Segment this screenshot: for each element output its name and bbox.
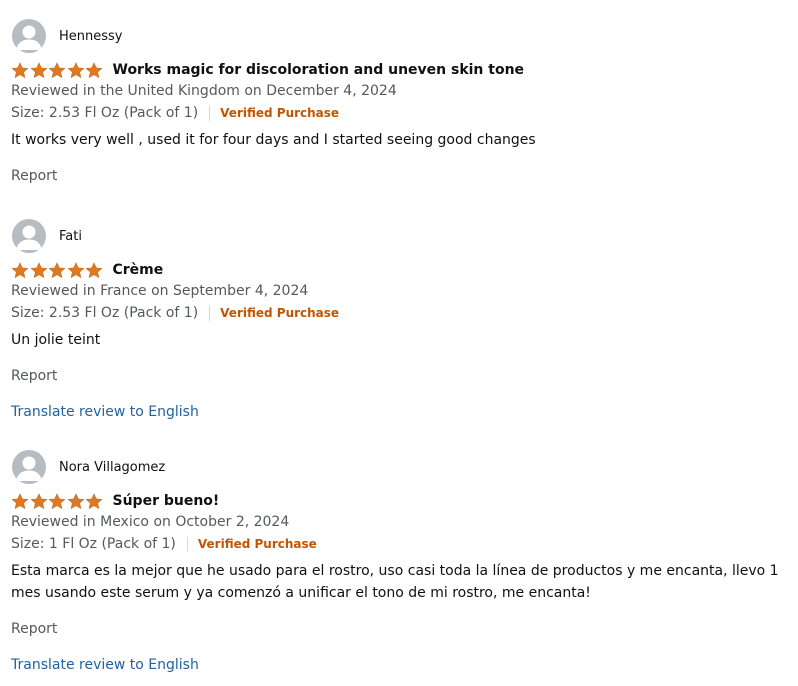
star-rating[interactable] xyxy=(11,261,104,279)
star-icon xyxy=(48,61,66,78)
product-size[interactable]: Size: 2.53 Fl Oz (Pack of 1) xyxy=(11,105,198,121)
star-rating[interactable] xyxy=(11,492,104,510)
rating-row: Súper bueno! xyxy=(11,491,219,511)
size-row: Size: 2.53 Fl Oz (Pack of 1) Verified Pu… xyxy=(11,105,339,121)
star-icon xyxy=(85,492,103,509)
author-name: Nora Villagomez xyxy=(59,459,166,475)
star-icon xyxy=(11,492,29,509)
review-body: Un jolie teint xyxy=(11,332,101,348)
star-icon xyxy=(66,261,85,278)
review-date: Reviewed in Mexico on October 2, 2024 xyxy=(11,514,290,530)
avatar-icon xyxy=(12,450,46,484)
translate-review-link[interactable]: Translate review to English xyxy=(11,657,199,673)
report-link[interactable]: Report xyxy=(11,168,57,184)
star-icon xyxy=(48,261,66,278)
star-rating[interactable] xyxy=(11,61,104,79)
star-icon xyxy=(29,61,48,78)
review-title[interactable]: Crème xyxy=(113,262,164,278)
rating-row: Works magic for discoloration and uneven… xyxy=(11,60,524,80)
size-row: Size: 1 Fl Oz (Pack of 1) Verified Purch… xyxy=(11,536,317,552)
product-size[interactable]: Size: 2.53 Fl Oz (Pack of 1) xyxy=(11,305,198,321)
divider xyxy=(209,105,211,121)
review-title[interactable]: Works magic for discoloration and uneven… xyxy=(113,62,525,78)
report-link[interactable]: Report xyxy=(11,368,57,384)
author-name: Fati xyxy=(59,228,82,244)
review-author[interactable]: Nora Villagomez xyxy=(12,450,165,484)
verified-purchase-badge: Verified Purchase xyxy=(220,306,340,320)
divider xyxy=(209,305,211,321)
star-icon xyxy=(66,61,85,78)
report-link[interactable]: Report xyxy=(11,621,57,637)
author-name: Hennessy xyxy=(59,28,123,44)
star-icon xyxy=(66,492,85,509)
star-icon xyxy=(85,61,103,78)
star-icon xyxy=(11,261,29,278)
star-icon xyxy=(29,261,48,278)
star-icon xyxy=(48,492,66,509)
review-date: Reviewed in France on September 4, 2024 xyxy=(11,283,309,299)
review-author[interactable]: Fati xyxy=(12,219,82,253)
avatar-icon xyxy=(12,219,46,253)
divider xyxy=(186,536,188,552)
size-row: Size: 2.53 Fl Oz (Pack of 1) Verified Pu… xyxy=(11,305,339,321)
star-icon xyxy=(85,261,103,278)
verified-purchase-badge: Verified Purchase xyxy=(197,537,317,551)
translate-review-link[interactable]: Translate review to English xyxy=(11,404,199,420)
avatar-icon xyxy=(12,19,46,53)
star-icon xyxy=(29,492,48,509)
review-date: Reviewed in the United Kingdom on Decemb… xyxy=(11,83,397,99)
rating-row: Crème xyxy=(11,260,163,280)
product-size[interactable]: Size: 1 Fl Oz (Pack of 1) xyxy=(11,536,176,552)
review-title[interactable]: Súper bueno! xyxy=(113,493,220,509)
review-body: Esta marca es la mejor que he usado para… xyxy=(11,563,779,601)
verified-purchase-badge: Verified Purchase xyxy=(220,106,340,120)
star-icon xyxy=(11,61,29,78)
review-author[interactable]: Hennessy xyxy=(12,19,123,53)
review-body: It works very well , used it for four da… xyxy=(11,132,536,148)
